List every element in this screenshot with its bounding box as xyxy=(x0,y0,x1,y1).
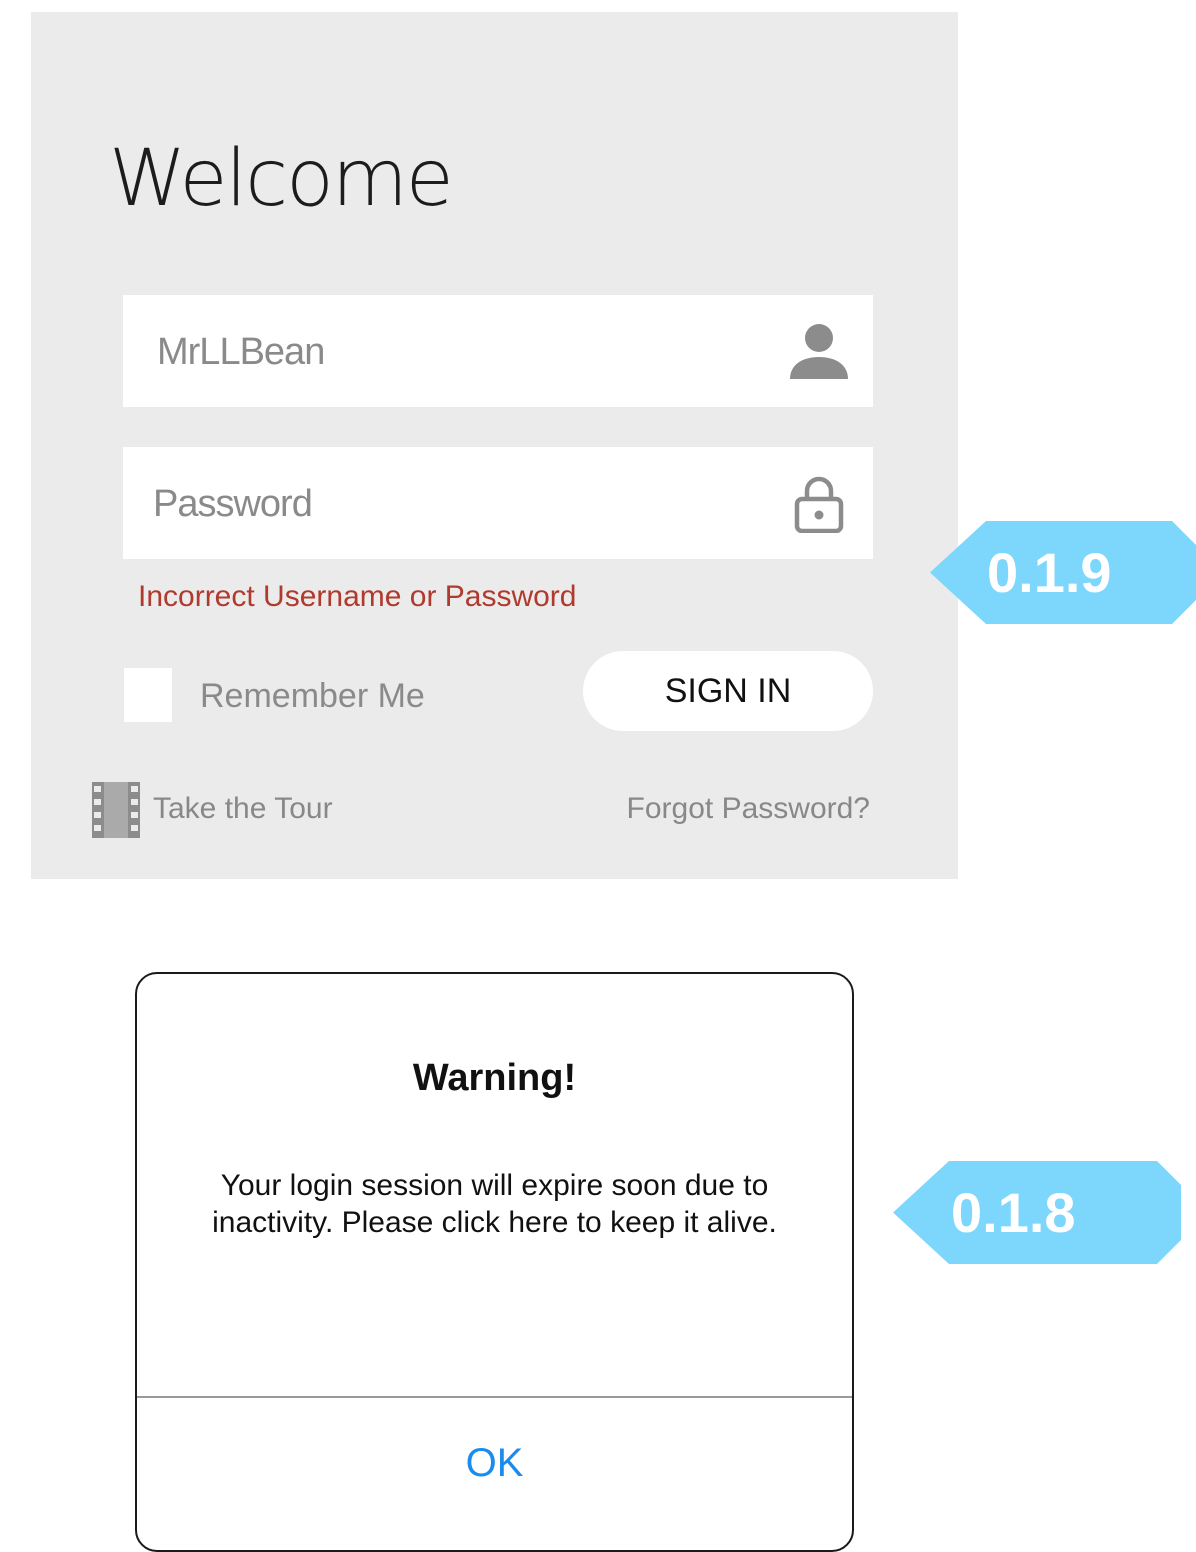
ok-button[interactable]: OK xyxy=(137,1398,852,1528)
dialog-title: Warning! xyxy=(412,1057,577,1099)
callout-tag: 0.1.8 xyxy=(893,1161,1181,1264)
sign-in-button[interactable]: SIGN IN xyxy=(583,651,873,731)
welcome-title: Welcome xyxy=(109,134,454,224)
login-error-message: Incorrect Username or Password xyxy=(138,580,577,613)
callout-tag: 0.1.9 xyxy=(930,521,1196,624)
film-icon[interactable] xyxy=(92,782,140,838)
take-the-tour-link[interactable]: Take the Tour xyxy=(153,791,333,827)
forgot-password-link[interactable]: Forgot Password? xyxy=(627,791,870,827)
login-panel: Welcome MrLLBean Password Incorrect User… xyxy=(31,12,958,879)
password-placeholder[interactable]: Password xyxy=(153,482,313,526)
username-value[interactable]: MrLLBean xyxy=(157,330,325,374)
password-field[interactable]: Password xyxy=(123,447,873,559)
dialog-message[interactable]: Your login session will expire soon due … xyxy=(207,1167,782,1241)
user-icon xyxy=(790,324,848,379)
username-field[interactable]: MrLLBean xyxy=(123,295,873,407)
remember-me-label[interactable]: Remember Me xyxy=(200,676,425,716)
remember-me-checkbox[interactable] xyxy=(124,668,172,722)
lock-icon xyxy=(794,476,844,533)
session-warning-dialog: Warning! Your login session will expire … xyxy=(135,972,854,1552)
